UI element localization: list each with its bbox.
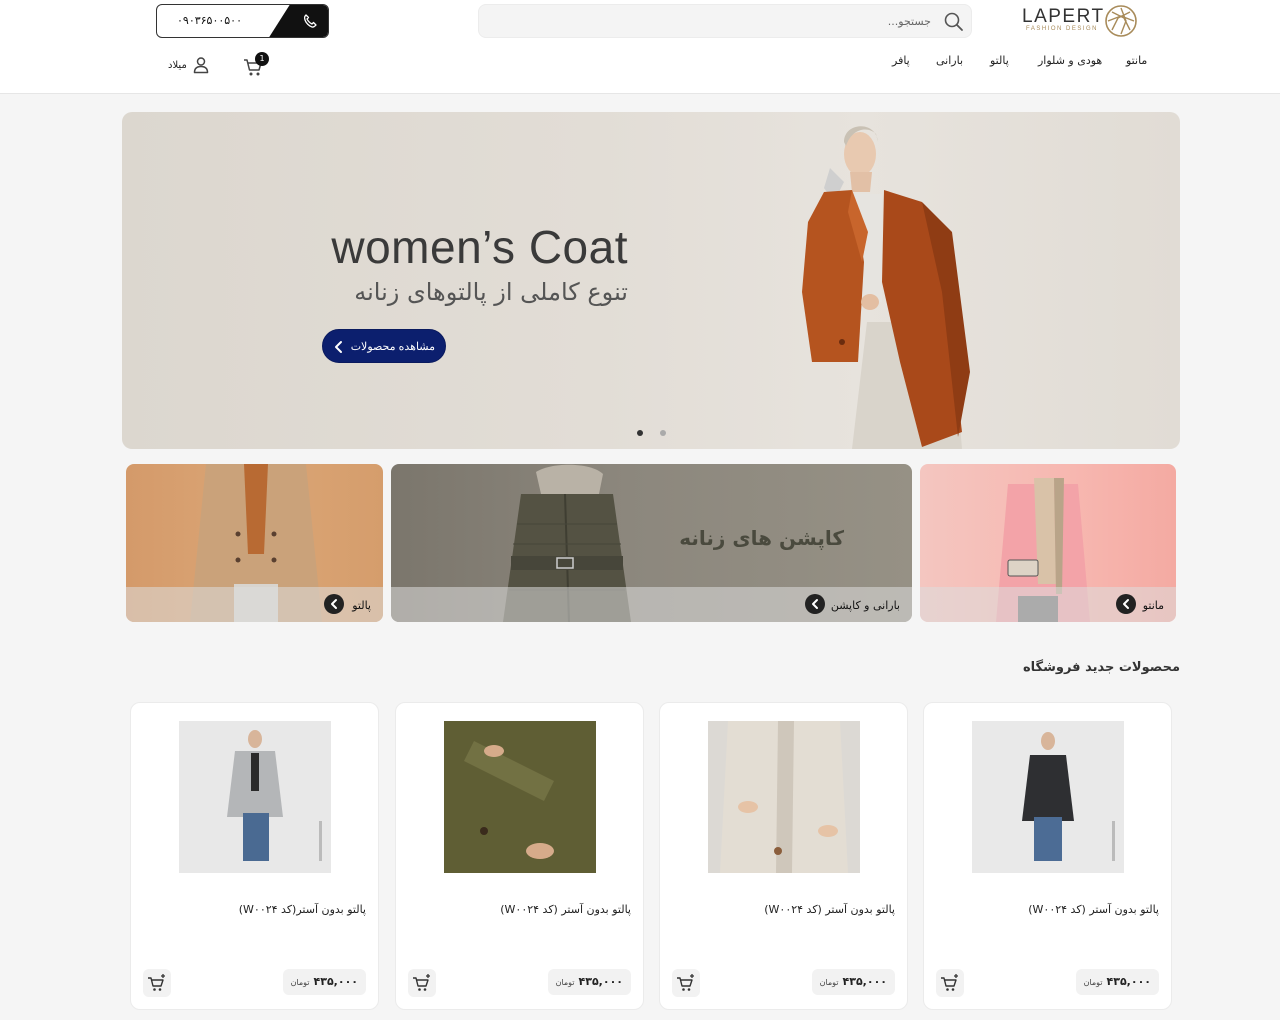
product-name: پالتو بدون آستر (کد W۰۰۲۴) bbox=[1028, 903, 1159, 916]
category-manto-banner[interactable]: مانتو bbox=[920, 464, 1176, 622]
category-palto-banner[interactable]: پالتو bbox=[126, 464, 383, 622]
product-card[interactable]: پالتو بدون آستر (کد W۰۰۲۴) ۴۳۵,۰۰۰تومان bbox=[659, 702, 908, 1010]
brand-logo[interactable]: LAPERT FASHION DESIGN bbox=[1022, 4, 1138, 38]
hero-model-image bbox=[802, 126, 970, 449]
brand-tagline: FASHION DESIGN bbox=[1026, 26, 1099, 32]
nav-item-palto[interactable]: پالتو bbox=[990, 54, 1009, 70]
nav-item-hoodie-pants[interactable]: هودی و شلوار bbox=[1038, 54, 1102, 70]
user-account-link[interactable]: میلاد bbox=[168, 56, 212, 76]
phone-number: ۰۹۰۳۶۵۰۰۵۰۰ bbox=[177, 14, 242, 27]
product-image bbox=[708, 721, 860, 873]
product-price: ۴۳۵,۰۰۰تومان bbox=[547, 969, 631, 995]
category-bar bbox=[126, 587, 383, 622]
product-price: ۴۳۵,۰۰۰تومان bbox=[1075, 969, 1159, 995]
site-header: LAPERT FASHION DESIGN ۰۹۰۳۶۵۰۰۵۰۰ مانتو … bbox=[0, 0, 1280, 94]
add-to-cart-button[interactable] bbox=[408, 969, 436, 997]
category-headline: کاپشن های زنانه bbox=[679, 526, 844, 550]
search-icon[interactable] bbox=[943, 11, 965, 33]
product-price: ۴۳۵,۰۰۰تومان bbox=[282, 969, 366, 995]
price-currency: تومان bbox=[555, 978, 575, 987]
cart-plus-icon bbox=[941, 974, 958, 991]
product-card[interactable]: پالتو بدون آستر (کد W۰۰۲۴) ۴۳۵,۰۰۰تومان bbox=[395, 702, 644, 1010]
price-currency: تومان bbox=[1083, 978, 1103, 987]
slider-dot-2[interactable] bbox=[660, 430, 666, 436]
slider-dot-1[interactable] bbox=[637, 430, 643, 436]
hero-subtitle: تنوع کاملی از پالتوهای زنانه bbox=[354, 278, 628, 306]
search-bar bbox=[478, 4, 972, 38]
brand-name: LAPERT bbox=[1022, 6, 1105, 27]
nav-item-barani[interactable]: بارانی bbox=[936, 54, 963, 70]
cart-count-badge: 1 bbox=[255, 52, 269, 66]
category-jacket-banner[interactable]: کاپشن های زنانه بارانی و کاپشن bbox=[391, 464, 912, 622]
product-name: پالتو بدون آستر(کد W۰۰۲۴) bbox=[238, 903, 366, 916]
category-label: بارانی و کاپشن bbox=[830, 599, 900, 612]
cart-plus-icon bbox=[413, 974, 430, 991]
add-to-cart-button[interactable] bbox=[936, 969, 964, 997]
search-input[interactable] bbox=[511, 11, 931, 31]
phone-tab bbox=[268, 5, 328, 37]
product-card[interactable]: پالتو بدون آستر(کد W۰۰۲۴) ۴۳۵,۰۰۰تومان bbox=[130, 702, 379, 1010]
price-currency: تومان bbox=[819, 978, 839, 987]
category-label: پالتو bbox=[352, 599, 371, 612]
price-value: ۴۳۵,۰۰۰ bbox=[842, 975, 887, 988]
product-card[interactable]: پالتو بدون آستر (کد W۰۰۲۴) ۴۳۵,۰۰۰تومان bbox=[923, 702, 1172, 1010]
add-to-cart-button[interactable] bbox=[672, 969, 700, 997]
cart-plus-icon bbox=[148, 974, 165, 991]
brand-mark-icon bbox=[1105, 5, 1137, 37]
chevron-left-icon[interactable] bbox=[324, 594, 344, 614]
product-image bbox=[444, 721, 596, 873]
new-products-title: محصولات جدید فروشگاه bbox=[1022, 660, 1180, 675]
nav-item-manto[interactable]: مانتو bbox=[1126, 54, 1147, 70]
hero-slider: women’s Coat تنوع کاملی از پالتوهای زنان… bbox=[122, 112, 1180, 449]
product-image bbox=[972, 721, 1124, 873]
category-label: مانتو bbox=[1142, 599, 1164, 612]
cart-plus-icon bbox=[677, 974, 694, 991]
view-products-label: مشاهده محصولات bbox=[350, 341, 435, 353]
chevron-left-icon bbox=[335, 341, 342, 353]
user-icon bbox=[193, 57, 209, 74]
add-to-cart-button[interactable] bbox=[143, 969, 171, 997]
price-value: ۴۳۵,۰۰۰ bbox=[1106, 975, 1151, 988]
phone-icon bbox=[303, 14, 317, 28]
user-name: میلاد bbox=[168, 60, 187, 71]
nav-item-puffer[interactable]: پافر bbox=[892, 54, 910, 70]
price-currency: تومان bbox=[290, 978, 310, 987]
price-value: ۴۳۵,۰۰۰ bbox=[313, 975, 358, 988]
product-price: ۴۳۵,۰۰۰تومان bbox=[811, 969, 895, 995]
call-button[interactable]: ۰۹۰۳۶۵۰۰۵۰۰ bbox=[156, 4, 329, 38]
price-value: ۴۳۵,۰۰۰ bbox=[578, 975, 623, 988]
product-image bbox=[179, 721, 331, 873]
product-name: پالتو بدون آستر (کد W۰۰۲۴) bbox=[500, 903, 631, 916]
category-bar bbox=[920, 587, 1176, 622]
hero-title: women’s Coat bbox=[331, 221, 628, 273]
chevron-left-icon[interactable] bbox=[1116, 594, 1136, 614]
product-name: پالتو بدون آستر (کد W۰۰۲۴) bbox=[764, 903, 895, 916]
chevron-left-icon[interactable] bbox=[805, 594, 825, 614]
view-products-button[interactable]: مشاهده محصولات bbox=[322, 329, 446, 363]
